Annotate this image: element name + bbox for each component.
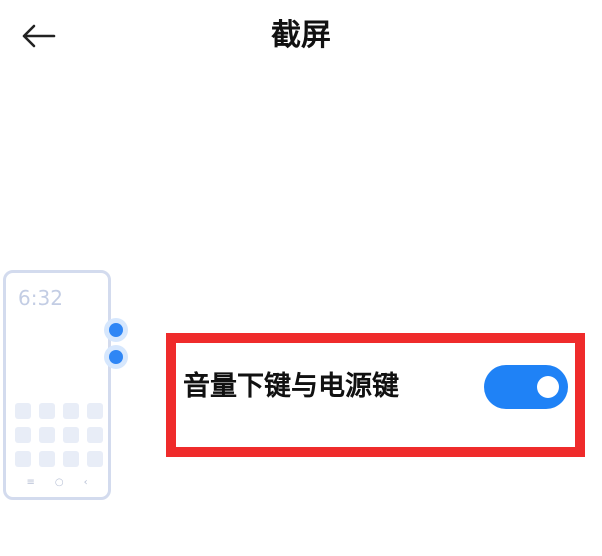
option-label: 音量下键与电源键 xyxy=(183,371,399,402)
app-tile xyxy=(39,451,55,467)
app-tile xyxy=(15,451,31,467)
app-tile xyxy=(87,427,103,443)
app-grid xyxy=(15,403,103,467)
volume-key-indicator xyxy=(109,323,123,337)
app-tile xyxy=(63,451,79,467)
phone-illustration: 6:32 ≡ ○ ‹ xyxy=(3,270,111,500)
app-tile xyxy=(87,403,103,419)
app-tile xyxy=(87,451,103,467)
app-tile xyxy=(39,403,55,419)
app-tile xyxy=(39,427,55,443)
page-title: 截屏 xyxy=(271,18,331,53)
app-tile xyxy=(15,427,31,443)
app-tile xyxy=(63,403,79,419)
back-chevron-icon: ‹ xyxy=(83,477,88,488)
toggle-knob xyxy=(537,376,559,398)
power-key-indicator xyxy=(109,350,123,364)
home-icon: ○ xyxy=(54,477,64,488)
menu-icon: ≡ xyxy=(26,477,35,488)
phone-nav-bar: ≡ ○ ‹ xyxy=(6,477,108,489)
app-tile xyxy=(63,427,79,443)
app-tile xyxy=(15,403,31,419)
phone-time: 6:32 xyxy=(18,286,63,310)
screenshot-toggle[interactable] xyxy=(484,365,568,409)
